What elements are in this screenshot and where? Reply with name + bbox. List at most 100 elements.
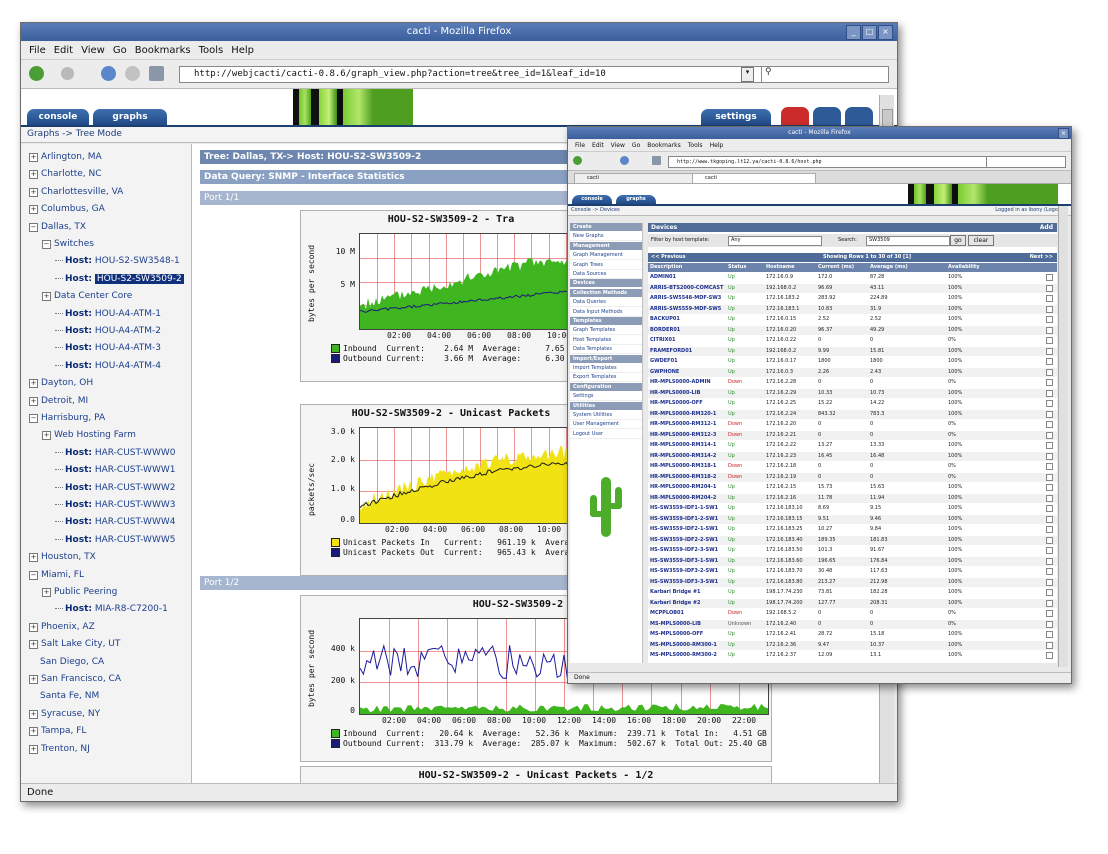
tree-node[interactable]: − Dallas, TX	[29, 222, 86, 232]
expand-icon[interactable]: +	[42, 292, 51, 302]
device-link[interactable]: HR-MPLS0000-RM204-1	[650, 483, 726, 492]
device-link[interactable]: HR-MPLS0000-RM318-2	[650, 473, 726, 482]
menu-link[interactable]: New Graphs	[570, 232, 642, 242]
menu-item[interactable]: Help	[231, 42, 254, 59]
tree-node[interactable]: + Dayton, OH	[29, 378, 93, 389]
row-checkbox[interactable]	[1046, 631, 1053, 638]
table-row[interactable]: HS-SW3559-IDF2-2-SW1 Up 172.16.183.40 189.3…	[648, 535, 1057, 545]
console-tab[interactable]: console	[27, 109, 89, 125]
device-link[interactable]: MS-MPLS0000-RM300-2	[650, 651, 726, 660]
table-row[interactable]: HR-MPLS0000-RM318-1 Down 172.16.2.18 0 0 0%	[648, 462, 1057, 471]
device-link[interactable]: HR-MPLS0000-RM318-1	[650, 462, 726, 471]
tree-node[interactable]: + Salt Lake City, UT	[29, 639, 120, 650]
menu-item[interactable]: Edit	[54, 42, 73, 59]
row-checkbox[interactable]	[1046, 442, 1053, 449]
tree-node[interactable]: + Public Peering	[42, 587, 117, 597]
url-dropdown-icon[interactable]: ▾	[741, 67, 754, 82]
device-link[interactable]: ARRIS-SW5548-MDF-SW3	[650, 294, 726, 303]
stop-icon[interactable]	[125, 66, 140, 81]
tree-node[interactable]: + Web Hosting Farm	[42, 430, 136, 441]
tree-node[interactable]: + Phoenix, AZ	[29, 622, 95, 632]
expand-icon[interactable]: +	[29, 553, 38, 563]
clear-button[interactable]: clear	[968, 235, 994, 246]
menu-link[interactable]: Data Input Methods	[570, 308, 642, 317]
tree-node[interactable]: − Harrisburg, PA	[29, 413, 105, 423]
table-row[interactable]: ARRIS-SW5548-MDF-SW3 Up 172.16.183.2 283.92…	[648, 294, 1057, 303]
device-link[interactable]: HS-SW3559-IDF3-3-SW1	[650, 578, 726, 587]
expand-icon[interactable]: +	[42, 431, 51, 441]
device-link[interactable]: HS-SW3559-IDF2-2-SW1	[650, 536, 726, 545]
table-row[interactable]: HR-MPLS0000-RM204-1 Up 172.16.2.15 15.73 15.…	[648, 483, 1057, 492]
menu-item[interactable]: View	[611, 140, 625, 151]
tree-node[interactable]: Host: HAR-CUST-WWW2	[55, 483, 175, 493]
table-row[interactable]: HS-SW3559-IDF3-2-SW1 Up 172.16.183.70 30.48…	[648, 567, 1057, 576]
menu-item[interactable]: View	[81, 42, 105, 59]
table-row[interactable]: HR-MPLS0000-RM318-2 Down 172.16.2.19 0 0 0%	[648, 472, 1057, 482]
row-checkbox[interactable]	[1046, 400, 1053, 407]
menu-link[interactable]: Graph Trees	[570, 261, 642, 270]
table-row[interactable]: HR-MPLS0000-OFF Up 172.16.2.25 15.22 14.22 10…	[648, 399, 1057, 408]
column-header[interactable]: Status	[728, 263, 764, 272]
row-checkbox[interactable]	[1046, 484, 1053, 491]
row-checkbox[interactable]	[1046, 389, 1053, 397]
console-tab[interactable]: console	[572, 195, 612, 204]
tree-node[interactable]: Host: HAR-CUST-WWW0	[55, 448, 175, 458]
traffic-graph-1-1[interactable]: HOU-S2-SW3509-2 - Tra bytes per second 10 …	[300, 210, 602, 382]
device-link[interactable]: GWDEF01	[650, 357, 726, 366]
back-search-field[interactable]: ⚲	[761, 66, 889, 83]
table-row[interactable]: HR-MPLS0000-RM312-3 Down 172.16.2.21 0 0 0%	[648, 430, 1057, 440]
graphs-tab[interactable]: graphs	[93, 109, 167, 125]
menu-item[interactable]: Tools	[688, 140, 703, 151]
expand-icon[interactable]: +	[29, 205, 38, 215]
tree-node[interactable]: Host: HOU-A4-ATM-2	[55, 326, 161, 336]
expand-icon[interactable]: +	[29, 187, 38, 197]
device-link[interactable]: HR-MPLS0000-RM314-2	[650, 452, 726, 461]
table-row[interactable]: BACKUP01 Up 172.16.0.15 2.52 2.52 100%	[648, 315, 1057, 324]
device-link[interactable]: Karbari Bridge #2	[650, 599, 726, 608]
minimize-icon[interactable]: _	[846, 25, 861, 40]
column-header[interactable]: Description	[650, 263, 726, 272]
tree-node[interactable]: + Columbus, GA	[29, 204, 105, 215]
page-tab-2[interactable]: cacti	[692, 173, 816, 184]
collapse-icon[interactable]: −	[29, 222, 38, 232]
home-icon[interactable]	[149, 66, 164, 81]
table-row[interactable]: GWDEF01 Up 172.16.0.17 1800 1800 100%	[648, 357, 1057, 366]
table-row[interactable]: BORDER01 Up 172.16.0.20 96.37 49.29 100%	[648, 325, 1057, 335]
table-row[interactable]: HR-MPLS0000-LIB Up 172.16.2.29 10.33 10.73 10…	[648, 388, 1057, 398]
table-row[interactable]: ARRIS-BTS2000-COMCAST Up 192.168.0.2 96.69 4…	[648, 283, 1057, 293]
device-link[interactable]: HR-MPLS0000-ADMIN	[650, 378, 726, 387]
row-checkbox[interactable]	[1046, 568, 1053, 575]
tree-node[interactable]: Host: HAR-CUST-WWW3	[55, 500, 175, 510]
tree-node[interactable]: Host: MIA-R8-C7200-1	[55, 604, 168, 614]
column-header[interactable]: Average (ms)	[870, 263, 946, 272]
device-link[interactable]: HR-MPLS0000-OFF	[650, 399, 726, 408]
row-checkbox[interactable]	[1046, 547, 1053, 554]
row-checkbox[interactable]	[1046, 358, 1053, 365]
row-checkbox[interactable]	[1046, 284, 1053, 292]
menu-item[interactable]: Help	[710, 140, 724, 151]
device-link[interactable]: MS-MPLS0000-LIB	[650, 620, 726, 629]
column-header[interactable]: Availability	[948, 263, 1008, 272]
row-checkbox[interactable]	[1046, 620, 1053, 628]
table-row[interactable]: HS-SW3559-IDF3-3-SW1 Up 172.16.183.80 213.2…	[648, 577, 1057, 587]
tree-node[interactable]: Host: HOU-A4-ATM-4	[55, 361, 161, 371]
row-checkbox[interactable]	[1046, 295, 1053, 302]
menu-item[interactable]: Tools	[199, 42, 224, 59]
menu-link[interactable]: Graph Templates	[570, 326, 642, 336]
menu-item[interactable]: Bookmarks	[135, 42, 191, 59]
row-checkbox[interactable]	[1046, 326, 1053, 334]
row-checkbox[interactable]	[1046, 505, 1053, 512]
table-row[interactable]: HR-MPLS0000-ADMIN Down 172.16.2.28 0 0 0%	[648, 378, 1057, 387]
tree-node[interactable]: + San Francisco, CA	[29, 674, 121, 684]
device-link[interactable]: CITRIX01	[650, 336, 726, 345]
device-link[interactable]: MS-MPLS0000-OFF	[650, 630, 726, 639]
tree-node[interactable]: + Syracuse, NY	[29, 709, 100, 719]
table-row[interactable]: ADMIN01 Up 172.16.0.9 172.0 87.28 100%	[648, 273, 1057, 282]
device-link[interactable]: HS-SW3559-IDF2-3-SW1	[650, 546, 726, 555]
row-checkbox[interactable]	[1046, 337, 1053, 344]
expand-icon[interactable]: +	[29, 675, 38, 684]
front-titlebar[interactable]: cacti - Mozilla Firefox ×	[568, 127, 1071, 139]
back-arrow-icon[interactable]	[29, 66, 44, 81]
graphs-tab[interactable]: graphs	[616, 195, 656, 204]
table-row[interactable]: Karbari Bridge #2 Up 198.17.74.200 127.77 20…	[648, 598, 1057, 608]
